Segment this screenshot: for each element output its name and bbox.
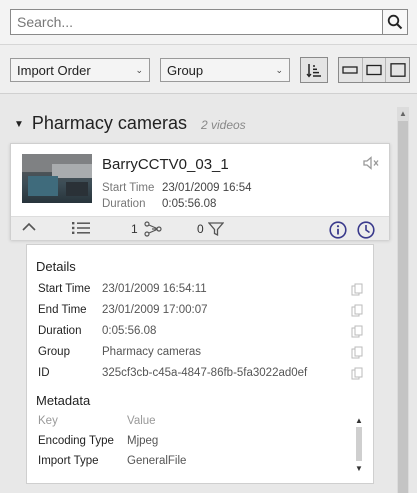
video-list: ▲ ▼ Pharmacy cameras 2 videos BarryCCTV0… <box>0 95 417 493</box>
metadata-value-header: Value <box>127 415 156 427</box>
group-header[interactable]: ▼ Pharmacy cameras 2 videos <box>14 113 246 134</box>
metadata-key: Encoding Type <box>38 435 114 447</box>
video-duration: Duration 0:05:56.08 <box>102 198 216 210</box>
video-thumbnail[interactable] <box>22 154 92 203</box>
copy-icon[interactable] <box>351 325 363 343</box>
detail-value: 0:05:56.08 <box>102 325 157 337</box>
detail-row: End Time 23/01/2009 17:00:07 <box>38 304 368 316</box>
group-count: 2 videos <box>200 118 246 132</box>
start-time-value: 23/01/2009 16:54 <box>162 182 252 194</box>
clock-icon <box>357 221 375 239</box>
details-title: Details <box>36 259 76 274</box>
group-select[interactable]: Group ⌄ <box>160 58 290 82</box>
sort-button[interactable] <box>300 57 328 83</box>
tracks-button[interactable]: 1 <box>131 221 162 237</box>
tracks-icon <box>144 221 162 237</box>
list-icon <box>72 222 90 234</box>
caret-down-icon: ▼ <box>14 119 24 130</box>
metadata-key-header: Key <box>38 415 58 427</box>
duration-value: 0:05:56.08 <box>162 198 217 210</box>
detail-label: ID <box>38 367 50 379</box>
chevron-down-icon: ⌄ <box>135 64 143 75</box>
start-time-label: Start Time <box>102 182 155 194</box>
metadata-scroll-thumb[interactable] <box>356 427 362 461</box>
view-large-button[interactable] <box>386 58 409 82</box>
metadata-row: Encoding Type Mjpeg <box>38 435 158 447</box>
view-small-icon <box>342 66 358 74</box>
detail-row: Group Pharmacy cameras <box>38 346 368 358</box>
collapse-button[interactable] <box>21 221 37 233</box>
detail-value: 23/01/2009 17:00:07 <box>102 304 208 316</box>
search-button[interactable] <box>382 9 408 35</box>
filter-icon <box>207 222 224 237</box>
duration-label: Duration <box>102 198 146 210</box>
order-select-value: Import Order <box>17 62 91 78</box>
detail-value: 325cf3cb-c45a-4847-86fb-5fa3022ad0ef <box>102 367 308 379</box>
search-input[interactable] <box>10 9 383 35</box>
group-select-value: Group <box>167 62 204 78</box>
scrollbar[interactable]: ▲ <box>397 107 409 493</box>
metadata-row: Import Type GeneralFile <box>38 455 186 467</box>
info-button[interactable] <box>329 221 347 239</box>
copy-icon[interactable] <box>351 283 363 301</box>
view-size-toggle <box>338 57 410 83</box>
info-icon <box>329 221 347 239</box>
filters-button[interactable]: 0 <box>197 221 224 237</box>
view-medium-button[interactable] <box>363 58 387 82</box>
detail-label: Duration <box>38 325 82 337</box>
detail-row: Duration 0:05:56.08 <box>38 325 368 337</box>
video-start-time: Start Time 23/01/2009 16:54 <box>102 182 252 194</box>
details-panel: Details Start Time 23/01/2009 16:54:11 E… <box>26 244 374 484</box>
scrollbar-thumb[interactable] <box>398 121 408 493</box>
detail-row: Start Time 23/01/2009 16:54:11 <box>38 283 368 295</box>
metadata-header: Key Value <box>38 415 156 427</box>
copy-icon[interactable] <box>351 346 363 364</box>
sort-icon <box>306 64 321 78</box>
speaker-icon[interactable] <box>363 156 381 175</box>
detail-value: Pharmacy cameras <box>102 346 202 358</box>
search-bar <box>0 0 417 44</box>
metadata-value: Mjpeg <box>127 435 159 447</box>
scroll-down-icon[interactable]: ▼ <box>354 463 364 473</box>
video-card[interactable]: BarryCCTV0_03_1 Start Time 23/01/2009 16… <box>10 143 390 240</box>
view-large-icon <box>390 63 406 77</box>
video-title: BarryCCTV0_03_1 <box>102 156 229 173</box>
scroll-up-icon[interactable]: ▲ <box>397 107 409 119</box>
detail-row: ID 325cf3cb-c45a-4847-86fb-5fa3022ad0ef <box>38 367 368 379</box>
copy-icon[interactable] <box>351 367 363 385</box>
search-icon <box>387 14 403 30</box>
copy-icon[interactable] <box>351 304 363 322</box>
filters-count: 0 <box>197 222 204 236</box>
tracks-count: 1 <box>131 222 138 236</box>
metadata-value: GeneralFile <box>127 455 187 467</box>
order-select[interactable]: Import Order ⌄ <box>10 58 150 82</box>
view-small-button[interactable] <box>339 58 363 82</box>
chevron-down-icon: ⌄ <box>275 64 283 75</box>
view-medium-icon <box>366 64 382 76</box>
chevron-up-icon <box>22 222 36 231</box>
group-title: Pharmacy cameras <box>31 113 187 133</box>
scroll-up-icon[interactable]: ▲ <box>354 415 364 425</box>
list-button[interactable] <box>71 221 91 235</box>
detail-label: End Time <box>38 304 87 316</box>
metadata-scrollbar[interactable]: ▲ ▼ <box>354 415 364 473</box>
card-actions: 1 0 <box>11 216 389 240</box>
metadata-key: Import Type <box>38 455 99 467</box>
metadata-title: Metadata <box>36 393 91 408</box>
history-button[interactable] <box>357 221 375 239</box>
detail-value: 23/01/2009 16:54:11 <box>102 283 207 295</box>
toolbar: Import Order ⌄ Group ⌄ <box>0 44 417 94</box>
detail-label: Group <box>38 346 70 358</box>
detail-label: Start Time <box>38 283 91 295</box>
